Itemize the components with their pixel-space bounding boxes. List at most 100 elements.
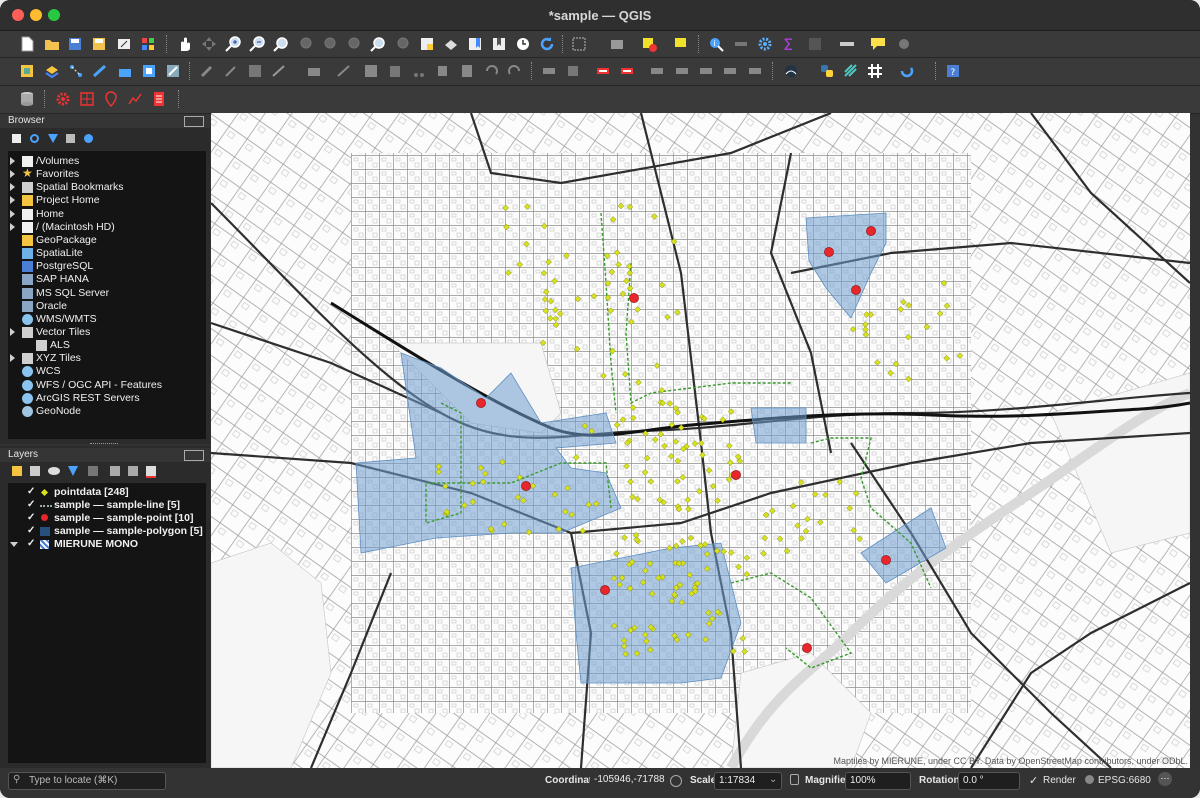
browser-item[interactable]: PostgreSQL — [8, 260, 204, 273]
expand-arrow-icon[interactable] — [10, 183, 15, 192]
settings-gear-icon[interactable] — [756, 35, 774, 53]
browser-item[interactable]: GeoPackage — [8, 234, 204, 247]
browser-item[interactable]: WFS / OGC API - Features — [8, 379, 204, 392]
browser-item[interactable]: MS SQL Server — [8, 287, 204, 300]
zoom-out-icon[interactable] — [248, 35, 266, 53]
grid-icon[interactable] — [866, 62, 884, 80]
sample-point-marker[interactable] — [824, 247, 834, 257]
browser-item[interactable]: Oracle — [8, 300, 204, 313]
epsg-label[interactable]: EPSG:6680 — [1098, 775, 1151, 786]
collapse-arrow-icon[interactable] — [10, 542, 18, 547]
attribute-table-icon[interactable] — [806, 35, 824, 53]
browser-item[interactable]: WCS — [8, 365, 204, 378]
map-tips-icon[interactable] — [869, 35, 887, 53]
panel-splitter[interactable] — [90, 443, 118, 446]
layer-item[interactable]: ✓ sample — sample-point [10] — [8, 512, 204, 525]
browser-item[interactable]: GeoNode — [8, 405, 204, 418]
add-line-icon[interactable] — [270, 62, 288, 80]
digitize-points-icon[interactable] — [67, 62, 85, 80]
browser-item[interactable]: ArcGIS REST Servers — [8, 392, 204, 405]
expand-arrow-icon[interactable] — [10, 354, 15, 363]
measure-line-icon[interactable] — [838, 35, 856, 53]
browser-item[interactable]: Vector Tiles — [8, 326, 204, 339]
measure-icon[interactable] — [732, 35, 750, 53]
layer-visibility-checkbox[interactable]: ✓ — [27, 486, 35, 497]
sample-point-marker[interactable] — [851, 285, 861, 295]
highlight-labels-icon[interactable] — [594, 62, 612, 80]
browser-item[interactable]: WMS/WMTS — [8, 313, 204, 326]
new-map-view-icon[interactable] — [418, 35, 436, 53]
coordinate-field[interactable]: -105946,-71788 — [590, 772, 666, 788]
db-manager-icon[interactable] — [18, 90, 36, 108]
sample-point-marker[interactable] — [731, 470, 741, 480]
vertex-edit-icon[interactable] — [335, 62, 353, 80]
sample-point-marker[interactable] — [521, 481, 531, 491]
location-pin-icon[interactable] — [102, 90, 120, 108]
lock-scale-icon[interactable] — [790, 774, 799, 785]
locator-search-field[interactable]: ⚲ Type to locate (⌘K) — [8, 772, 166, 790]
identify-features-icon[interactable]: i — [707, 35, 725, 53]
help-icon[interactable]: ? — [944, 62, 962, 80]
layer-item[interactable]: ✓ MIERUNE MONO — [8, 538, 204, 551]
save-as-icon[interactable] — [90, 35, 108, 53]
sample-polygon[interactable] — [750, 407, 807, 444]
sample-point-marker[interactable] — [629, 293, 639, 303]
rotation-field[interactable]: 0.0 ° — [958, 772, 1020, 790]
browser-item[interactable]: ★ Favorites — [8, 166, 204, 181]
messages-icon[interactable]: ⋯ — [1158, 772, 1172, 786]
browser-item[interactable]: / (Macintosh HD) — [8, 221, 204, 234]
cut-features-icon[interactable] — [410, 62, 428, 80]
graphical-modeler-icon[interactable] — [78, 90, 96, 108]
extents-toggle-icon[interactable] — [670, 775, 682, 787]
sample-point-marker[interactable] — [600, 585, 610, 595]
refresh-icon[interactable] — [538, 35, 556, 53]
sample-point-marker[interactable] — [881, 555, 891, 565]
copy-features-icon[interactable] — [434, 62, 452, 80]
add-selected-layers-icon[interactable] — [12, 134, 21, 143]
pan-map-icon[interactable] — [175, 35, 193, 53]
data-source-manager-icon[interactable] — [18, 62, 36, 80]
show-hide-labels-icon[interactable] — [618, 62, 636, 80]
layer-visibility-checkbox[interactable]: ✓ — [27, 538, 35, 549]
render-checkbox[interactable]: ✓ — [1029, 774, 1038, 787]
zoom-full-icon[interactable] — [272, 35, 290, 53]
new-3d-map-icon[interactable] — [442, 35, 460, 53]
modify-attributes-icon[interactable] — [362, 62, 380, 80]
label-tool-icon[interactable] — [540, 62, 558, 80]
filter-legend-icon[interactable] — [68, 466, 78, 476]
sample-point-marker[interactable] — [866, 226, 876, 236]
zoom-to-layer-icon[interactable] — [320, 35, 338, 53]
magnifier-field[interactable]: 100% — [845, 772, 911, 790]
layer-visibility-checkbox[interactable]: ✓ — [27, 512, 35, 523]
diagram-props-icon[interactable] — [746, 62, 764, 80]
temporal-controller-icon[interactable] — [514, 35, 532, 53]
edit-table-icon[interactable] — [164, 62, 182, 80]
zoom-to-selection-icon[interactable] — [296, 35, 314, 53]
browser-item[interactable]: Project Home — [8, 194, 204, 207]
rotate-icon[interactable] — [898, 62, 916, 80]
layer-item[interactable]: ✓ sample — sample-polygon [5] — [8, 525, 204, 538]
change-label-icon[interactable] — [697, 62, 715, 80]
select-by-value-icon[interactable] — [608, 35, 626, 53]
browser-item[interactable]: SpatiaLite — [8, 247, 204, 260]
open-project-icon[interactable] — [43, 35, 61, 53]
remove-layer-icon[interactable] — [146, 466, 156, 478]
python-console-icon[interactable] — [818, 62, 836, 80]
print-layout-icon[interactable] — [115, 35, 133, 53]
layer-item[interactable]: ✓ sample — sample-line [5] — [8, 499, 204, 512]
collapse-all-icon[interactable] — [66, 134, 75, 143]
expand-arrow-icon[interactable] — [10, 196, 15, 205]
collapse-all-layers-icon[interactable] — [128, 466, 138, 476]
filter-expression-icon[interactable] — [88, 466, 98, 476]
filter-browser-icon[interactable] — [48, 134, 58, 143]
browser-item[interactable]: XYZ Tiles — [8, 352, 204, 365]
toggle-editing-icon[interactable] — [198, 62, 216, 80]
sample-polygon[interactable] — [570, 542, 742, 684]
results-viewer-icon[interactable] — [150, 90, 168, 108]
rotate-label-icon[interactable] — [673, 62, 691, 80]
eye-icon[interactable] — [48, 467, 60, 475]
history-icon[interactable] — [126, 90, 144, 108]
redo-icon[interactable] — [506, 62, 524, 80]
expand-arrow-icon[interactable] — [10, 157, 15, 165]
save-edits-icon[interactable] — [246, 62, 264, 80]
